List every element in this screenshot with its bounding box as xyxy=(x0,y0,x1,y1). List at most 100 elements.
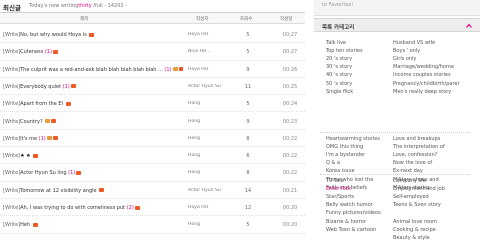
category-item[interactable]: 30 's story xyxy=(326,64,352,70)
table-row[interactable]: [Write]Cuteness (1) Nice HH... 5 00:27 xyxy=(0,43,305,61)
post-title-text[interactable]: Everybody quiet xyxy=(20,84,63,90)
category-item[interactable]: Heartwarming stories xyxy=(326,136,380,142)
post-title-text[interactable]: No, but why would Hoya is xyxy=(20,32,88,38)
category-item[interactable]: Men's really deep story xyxy=(393,89,451,95)
table-row[interactable]: [Write]Ah, I was trying to do with comel… xyxy=(0,199,305,217)
category-item[interactable]: Belly watch humor xyxy=(326,202,373,208)
post-title[interactable]: [Write]Apart from the El xyxy=(3,101,183,107)
comment-count: (2) xyxy=(126,205,134,211)
chevron-up-icon[interactable] xyxy=(466,23,472,29)
post-author[interactable]: Hong xyxy=(188,222,222,227)
col-time: 작성일 xyxy=(280,17,293,22)
category-item[interactable]: TV Talk xyxy=(326,178,344,184)
category-item[interactable]: Single flick xyxy=(326,89,353,95)
post-title-text[interactable]: Cuteness xyxy=(20,49,45,55)
new-icon xyxy=(178,67,183,72)
post-title[interactable]: [Write]It's me (1) xyxy=(3,136,183,142)
category-item[interactable]: Now the love of xyxy=(393,160,432,166)
comment-count: (1) xyxy=(62,83,70,90)
category-item[interactable]: I'm a bystander xyxy=(326,152,365,158)
table-row[interactable]: [Write]The culprit was a red-and-exk bla… xyxy=(0,61,305,78)
category-item[interactable]: Love and breakups xyxy=(393,136,440,142)
post-tag: [Write] xyxy=(3,135,21,142)
post-title[interactable]: [Write]Everybody quiet (1) xyxy=(3,84,183,90)
post-title[interactable]: [Write]Tomorrow at 12 visibility angle xyxy=(3,188,183,194)
category-item[interactable]: Employment and job xyxy=(393,186,445,192)
category-item[interactable]: Love, confession? xyxy=(393,152,437,158)
category-item[interactable]: Web Toon & cartoon xyxy=(326,227,376,233)
post-views: 8 xyxy=(246,135,250,142)
category-item[interactable]: Beauty & style xyxy=(393,235,430,241)
category-item[interactable]: Self-employed xyxy=(393,194,429,200)
category-item[interactable]: 40 's story xyxy=(326,72,352,78)
post-title[interactable]: [Write]The culprit was a red-and-exk bla… xyxy=(3,67,183,73)
table-row[interactable]: [Write]Tomorrow at 12 visibility angle A… xyxy=(0,182,305,199)
category-item[interactable]: Bizarre & horror xyxy=(326,219,366,225)
category-item[interactable]: Enter flick xyxy=(326,186,351,192)
post-title-text[interactable]: Tomorrow at 12 visibility angle xyxy=(20,188,98,194)
post-author[interactable]: Actor Hyun Su ling xyxy=(188,188,222,193)
category-item[interactable]: Animal love room xyxy=(393,219,437,225)
comment-count: (1) xyxy=(68,170,76,177)
post-title[interactable]: [Write]♠ ♠ xyxy=(3,153,183,159)
category-item[interactable]: Teens & Sven story xyxy=(393,202,441,208)
post-author[interactable]: Nice HH... xyxy=(188,49,222,54)
table-row[interactable]: [Write]No, but why would Hoya is Hoya HO… xyxy=(0,26,305,44)
table-row[interactable]: [Write]♠ ♠ Hong 6 00:22 xyxy=(0,147,305,165)
post-author[interactable]: Hong xyxy=(188,153,222,158)
post-title-text[interactable]: Heh xyxy=(20,222,32,228)
category-item[interactable]: Star/Sports xyxy=(326,194,354,200)
category-item[interactable]: Husband VS wife xyxy=(393,40,435,46)
post-title[interactable]: [Write]Cuteness (1) xyxy=(3,49,183,55)
post-title[interactable]: [Write]Country? xyxy=(3,119,183,125)
category-item[interactable]: Top ten stories xyxy=(326,48,363,54)
category-item[interactable]: Pregnancy/childbirth/parer xyxy=(393,81,460,87)
category-item[interactable]: Income couples stories xyxy=(393,72,451,78)
post-author[interactable]: Hoya HO xyxy=(188,205,222,210)
post-author[interactable]: Hong xyxy=(188,170,222,175)
post-author[interactable]: Actor Hyun Su ling xyxy=(188,84,222,89)
post-title-text[interactable]: Apart from the El xyxy=(20,101,64,107)
category-title: 목록 카테고리 xyxy=(322,25,355,31)
post-title-text[interactable]: Ah, I was trying to do with comeliness p… xyxy=(20,205,127,211)
post-author[interactable]: Hoya HO xyxy=(188,32,222,37)
table-row[interactable]: [Write]Heh Hong 5 00:20 xyxy=(0,216,305,234)
category-item[interactable]: Boys ' only xyxy=(393,48,420,54)
category-item[interactable]: Talk live xyxy=(326,40,346,46)
post-title[interactable]: [Write]No, but why would Hoya is xyxy=(3,32,183,38)
post-views: 11 xyxy=(244,83,252,90)
post-title-text[interactable]: ♠ ♠ xyxy=(20,153,32,159)
post-title[interactable]: [Write]Ah, I was trying to do with comel… xyxy=(3,205,183,211)
post-title-text[interactable]: Actor Hyun Su ling xyxy=(20,170,68,176)
category-item[interactable]: Cooking & recipe xyxy=(393,227,436,233)
post-author[interactable]: Hong xyxy=(188,136,222,141)
category-item[interactable]: Marriage/wedding/home xyxy=(393,64,454,70)
category-item[interactable]: OMG this thing xyxy=(326,144,363,150)
table-row[interactable]: [Write]Apart from the El Hong 5 00:24 xyxy=(0,95,305,113)
table-row[interactable]: [Write]It's me (1) Hong 8 00:22 xyxy=(0,130,305,148)
post-views: 12 xyxy=(244,205,252,211)
table-row[interactable]: [Write]Everybody quiet (1) Actor Hyun Su … xyxy=(0,78,305,96)
post-author[interactable]: Hong xyxy=(188,119,222,124)
post-title[interactable]: [Write]Heh xyxy=(3,222,183,228)
category-item[interactable]: 20 's story xyxy=(326,56,352,62)
category-item[interactable]: Company life xyxy=(393,178,426,184)
post-tag: [Write] xyxy=(3,32,21,38)
category-item[interactable]: 50 's story xyxy=(326,81,352,87)
category-item[interactable]: Funny pictures/videos xyxy=(326,210,381,216)
comment-count: (1) xyxy=(38,135,46,142)
post-title[interactable]: [Write]Actor Hyun Su ling (1) xyxy=(3,170,183,176)
post-author[interactable]: Hong xyxy=(188,101,222,106)
favorites-text[interactable]: to Favorites! xyxy=(322,2,353,8)
post-title-text[interactable]: It's me xyxy=(20,136,39,142)
post-title-text[interactable]: Country? xyxy=(20,119,44,125)
category-item[interactable]: Girls only xyxy=(393,56,416,62)
post-views: 9 xyxy=(246,118,250,125)
table-row[interactable]: [Write]Actor Hyun Su ling (1) Hong 8 00:22 xyxy=(0,164,305,182)
category-item[interactable]: Q & a xyxy=(326,160,340,166)
post-author[interactable]: Hoya HO xyxy=(188,67,222,72)
category-item[interactable]: The interpretation of xyxy=(393,144,445,150)
post-title-text[interactable]: The culprit was a red-and-exk blah blah … xyxy=(20,67,164,73)
category-header[interactable]: 목록 카테고리 xyxy=(314,18,480,32)
table-row[interactable]: [Write]Country? Hong 9 00:23 xyxy=(0,113,305,130)
